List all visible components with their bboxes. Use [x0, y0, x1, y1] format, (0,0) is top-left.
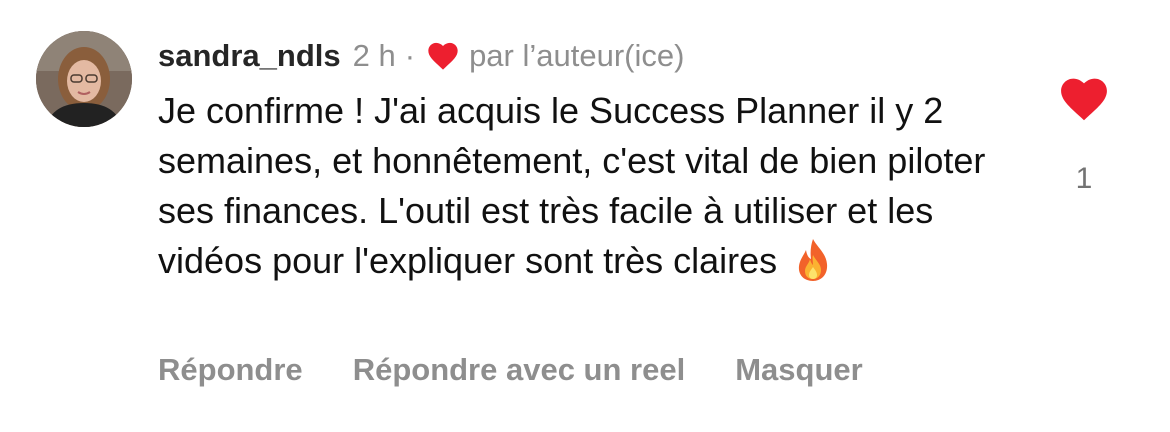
comment-text: Je confirme ! J'ai acquis le Success Pla… — [158, 86, 1018, 286]
comment-body: sandra_ndls 2 h · par l’auteur(ice) Je c… — [158, 34, 1038, 286]
timestamp: 2 h — [352, 38, 396, 73]
comment-meta: sandra_ndls 2 h · par l’auteur(ice) — [158, 34, 1038, 78]
profile-photo — [36, 31, 132, 127]
reply-button[interactable]: Répondre — [158, 352, 303, 388]
like-button[interactable] — [1059, 76, 1109, 122]
hide-button[interactable]: Masquer — [735, 352, 862, 388]
reply-with-reel-button[interactable]: Répondre avec un reel — [353, 352, 686, 388]
avatar[interactable] — [36, 31, 132, 127]
like-count[interactable]: 1 — [1052, 162, 1116, 196]
comment-text-body: Je confirme ! J'ai acquis le Success Pla… — [158, 90, 986, 281]
username-link[interactable]: sandra_ndls — [158, 38, 341, 74]
comment-actions: Répondre Répondre avec un reel Masquer — [158, 352, 863, 388]
liked-by-author-label: par l’auteur(ice) — [469, 38, 685, 73]
fire-icon — [799, 239, 828, 281]
like-column: 1 — [1052, 76, 1116, 196]
heart-icon — [428, 42, 458, 70]
separator-dot: · — [404, 38, 416, 73]
